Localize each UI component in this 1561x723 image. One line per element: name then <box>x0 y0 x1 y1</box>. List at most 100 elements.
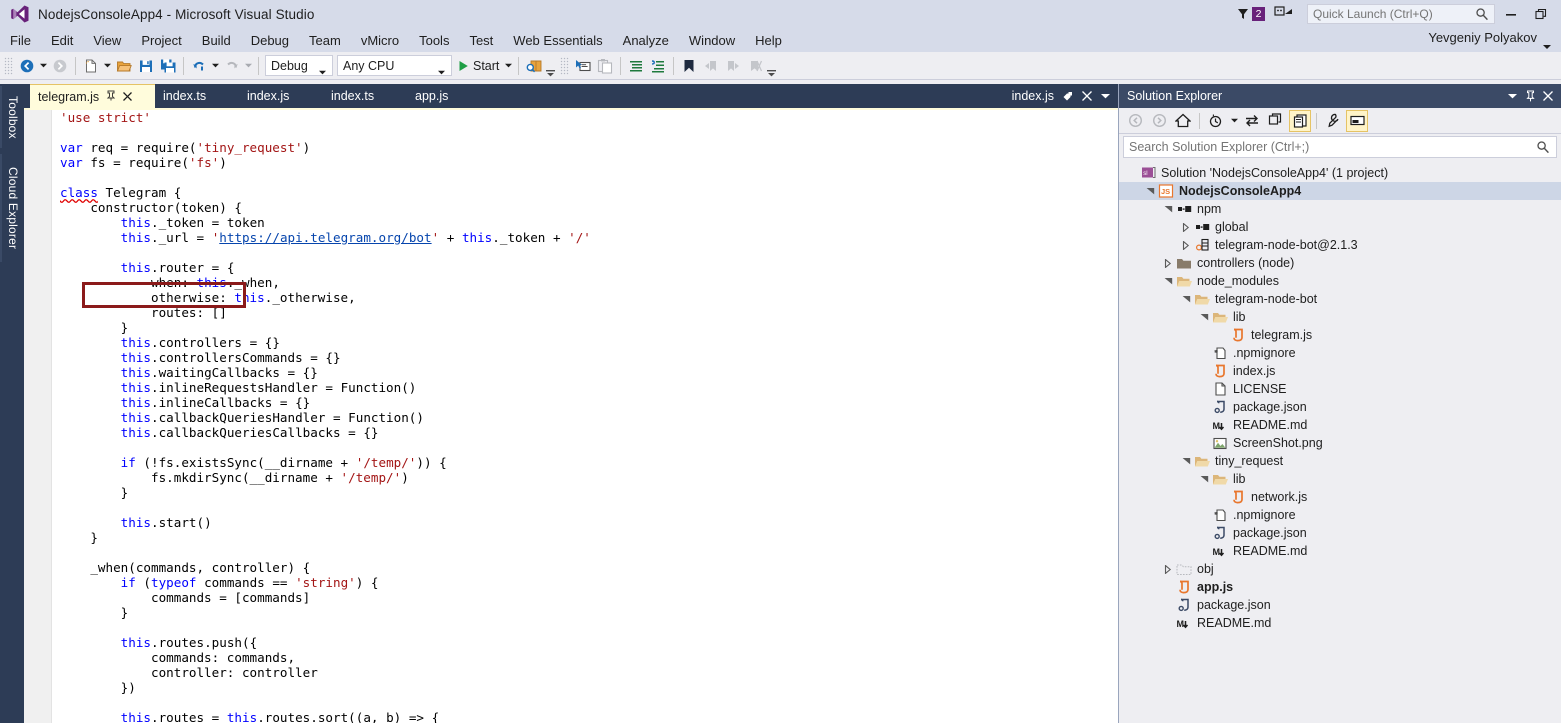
menu-web-essentials[interactable]: Web Essentials <box>504 30 611 51</box>
chevron-down-icon[interactable] <box>1161 200 1175 218</box>
back-icon[interactable] <box>1124 110 1146 132</box>
tree-node[interactable]: M README.md <box>1119 416 1561 434</box>
tree-node[interactable]: lib <box>1119 470 1561 488</box>
pending-changes-icon[interactable] <box>1205 110 1227 132</box>
solution-explorer-search-box[interactable] <box>1123 136 1557 158</box>
menu-view[interactable]: View <box>84 30 130 51</box>
toolbar-grip[interactable] <box>560 56 570 75</box>
menu-tools[interactable]: Tools <box>410 30 458 51</box>
bookmark-icon[interactable] <box>678 55 700 77</box>
find-in-files-icon[interactable] <box>523 55 545 77</box>
home-icon[interactable] <box>1172 110 1194 132</box>
tree-node[interactable]: M README.md <box>1119 614 1561 632</box>
code-editor[interactable]: 'use strict' var req = require('tiny_req… <box>24 108 1118 723</box>
code-text[interactable]: 'use strict' var req = require('tiny_req… <box>60 110 1086 723</box>
tree-node[interactable]: obj <box>1119 560 1561 578</box>
toolbar-grip[interactable] <box>4 56 13 75</box>
chevron-down-icon[interactable] <box>1179 452 1193 470</box>
notifications-icon[interactable]: 2 <box>1237 4 1269 24</box>
forward-icon[interactable] <box>1148 110 1170 132</box>
solution-explorer-tree[interactable]: sl Solution 'NodejsConsoleApp4' (1 projec… <box>1119 164 1561 723</box>
chevron-right-icon[interactable] <box>1161 560 1175 578</box>
tree-node[interactable]: ScreenShot.png <box>1119 434 1561 452</box>
tree-node[interactable]: node_modules <box>1119 272 1561 290</box>
tree-node[interactable]: telegram-node-bot@2.1.3 <box>1119 236 1561 254</box>
menu-analyze[interactable]: Analyze <box>614 30 678 51</box>
menu-team[interactable]: Team <box>300 30 350 51</box>
tree-node[interactable]: index.js <box>1119 362 1561 380</box>
comment-icon[interactable] <box>625 55 647 77</box>
tree-node[interactable]: JS NodejsConsoleApp4 <box>1119 182 1561 200</box>
close-icon[interactable] <box>1539 86 1557 106</box>
sidebar-item-cloud-explorer[interactable]: Cloud Explorer <box>0 154 24 262</box>
new-project-button[interactable] <box>80 55 102 77</box>
search-input[interactable] <box>1129 140 1529 154</box>
menu-help[interactable]: Help <box>746 30 791 51</box>
start-dropdown[interactable] <box>503 55 514 77</box>
paste-icon[interactable] <box>594 55 616 77</box>
tree-node[interactable]: .npmignore <box>1119 506 1561 524</box>
tree-node[interactable]: .npmignore <box>1119 344 1561 362</box>
menu-test[interactable]: Test <box>460 30 502 51</box>
chevron-down-icon[interactable] <box>1143 182 1157 200</box>
tree-node[interactable]: telegram.js <box>1119 326 1561 344</box>
editor-gutter[interactable] <box>24 110 52 723</box>
navigate-backward-dropdown[interactable] <box>38 55 49 77</box>
save-button[interactable] <box>135 55 157 77</box>
uncomment-icon[interactable] <box>647 55 669 77</box>
clear-bookmarks-icon[interactable] <box>744 55 766 77</box>
tree-node[interactable]: tiny_request <box>1119 452 1561 470</box>
pin-icon[interactable] <box>106 90 116 104</box>
menu-build[interactable]: Build <box>193 30 240 51</box>
chevron-right-icon[interactable] <box>1161 254 1175 272</box>
tab-index-js[interactable]: index.js <box>239 84 323 108</box>
navigate-backward-button[interactable] <box>16 55 38 77</box>
menu-debug[interactable]: Debug <box>242 30 298 51</box>
tree-node[interactable]: lib <box>1119 308 1561 326</box>
tab-app-js[interactable]: app.js <box>407 84 471 108</box>
undo-button[interactable] <box>188 55 210 77</box>
tab-index-ts-1[interactable]: index.ts <box>155 84 239 108</box>
close-icon[interactable] <box>1082 91 1092 101</box>
navigate-forward-button[interactable] <box>49 55 71 77</box>
next-bookmark-icon[interactable] <box>722 55 744 77</box>
tree-node[interactable]: npm <box>1119 200 1561 218</box>
restore-button[interactable] <box>1527 3 1555 25</box>
new-project-dropdown[interactable] <box>102 55 113 77</box>
solution-platform-combo[interactable]: Any CPU <box>337 55 452 76</box>
pin-icon[interactable] <box>1062 91 1073 102</box>
undo-dropdown[interactable] <box>210 55 221 77</box>
chevron-right-icon[interactable] <box>1179 236 1193 254</box>
save-all-button[interactable] <box>157 55 179 77</box>
minimize-button[interactable] <box>1497 3 1525 25</box>
chevron-down-icon[interactable] <box>1197 308 1211 326</box>
tree-node[interactable]: package.json <box>1119 596 1561 614</box>
menu-edit[interactable]: Edit <box>42 30 82 51</box>
menu-window[interactable]: Window <box>680 30 744 51</box>
tree-node[interactable]: package.json <box>1119 398 1561 416</box>
show-all-files-icon[interactable] <box>1289 109 1311 132</box>
toolbar-overflow-icon[interactable] <box>545 55 556 77</box>
chevron-down-icon[interactable] <box>1161 272 1175 290</box>
tab-index-ts-2[interactable]: index.ts <box>323 84 407 108</box>
solution-configuration-combo[interactable]: Debug <box>265 55 333 76</box>
refresh-icon[interactable] <box>1265 110 1287 132</box>
close-icon[interactable] <box>123 89 133 104</box>
tree-node[interactable]: sl Solution 'NodejsConsoleApp4' (1 projec… <box>1119 164 1561 182</box>
tree-node[interactable]: telegram-node-bot <box>1119 290 1561 308</box>
tree-node[interactable]: controllers (node) <box>1119 254 1561 272</box>
sync-with-active-document-icon[interactable] <box>1241 110 1263 132</box>
start-debug-button[interactable]: Start <box>454 55 503 77</box>
menu-project[interactable]: Project <box>132 30 190 51</box>
chevron-right-icon[interactable] <box>1179 218 1193 236</box>
sidebar-item-toolbox[interactable]: Toolbox <box>0 86 24 148</box>
redo-button[interactable] <box>221 55 243 77</box>
user-account-label[interactable]: Yevgeniy Polyakov <box>1428 30 1537 45</box>
toolbar-overflow-icon-2[interactable] <box>766 55 777 77</box>
redo-dropdown[interactable] <box>243 55 254 77</box>
properties-icon[interactable] <box>1322 110 1344 132</box>
menu-vmicro[interactable]: vMicro <box>352 30 408 51</box>
chevron-down-icon[interactable] <box>1101 93 1110 99</box>
quick-launch-box[interactable] <box>1307 4 1495 24</box>
chevron-down-icon[interactable] <box>1503 86 1521 106</box>
